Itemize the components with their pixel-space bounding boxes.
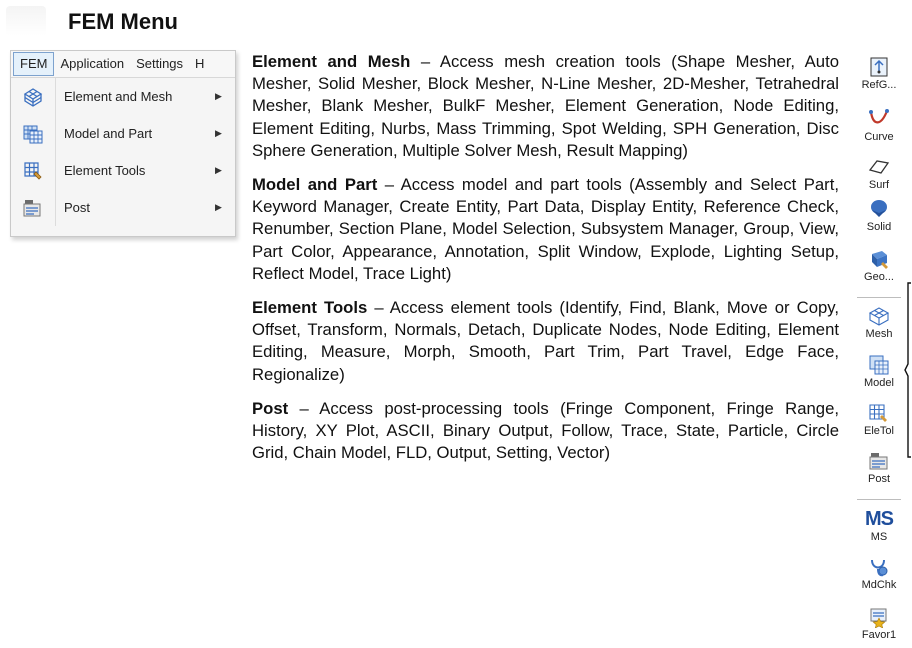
model-check-icon — [871, 559, 888, 577]
toolbar-label: Mesh — [865, 328, 893, 340]
description-model-and-part: Model and Part – Access model and part t… — [252, 174, 839, 285]
menubar-application[interactable]: Application — [54, 52, 130, 76]
toolbar-label: EleTol — [864, 425, 894, 437]
page-title: FEM Menu — [68, 9, 178, 34]
post-icon — [11, 189, 55, 226]
menubar-settings[interactable]: Settings — [130, 52, 189, 76]
model-part-icon — [11, 115, 55, 152]
vertical-toolbar: RefG... Curve Surf Solid Geo... Mesh Mod… — [853, 52, 905, 648]
favorites-icon — [870, 608, 887, 628]
toolbar-label: Favor1 — [861, 629, 897, 641]
submenu-arrow-icon: ▶ — [215, 128, 222, 138]
menu-item-post[interactable]: Post ▶ — [11, 189, 235, 226]
toolbar-label: Post — [867, 473, 890, 485]
toolbar-post-button[interactable]: Post — [853, 450, 905, 485]
geometry-tools-icon — [872, 251, 888, 269]
description-element-and-mesh: Element and Mesh – Access mesh creation … — [252, 51, 839, 162]
toolbar-geo-button[interactable]: Geo... — [853, 248, 905, 283]
curve-icon — [869, 109, 889, 124]
toolbar-model-button[interactable]: Model — [853, 354, 905, 389]
menu-item-model-and-part[interactable]: Model and Part ▶ — [11, 115, 235, 152]
fem-menu: FEM Application Settings H Element and M… — [10, 50, 236, 237]
menubar-fem[interactable]: FEM — [13, 52, 55, 76]
brace-bracket — [904, 282, 911, 458]
description-element-tools: Element Tools – Access element tools (Id… — [252, 297, 839, 386]
description-term: Model and Part — [252, 175, 378, 195]
menu-item-label: Post — [64, 200, 91, 215]
submenu-arrow-icon: ▶ — [215, 165, 222, 175]
toolbar-curve-button[interactable]: Curve — [853, 108, 905, 143]
post-icon — [869, 453, 888, 470]
toolbar-ms-button[interactable]: MS MS — [853, 508, 905, 543]
submenu-arrow-icon: ▶ — [215, 91, 222, 101]
toolbar-mdchk-button[interactable]: MdChk — [853, 556, 905, 591]
toolbar-label: MS — [870, 531, 888, 543]
menu-item-label: Element Tools — [64, 163, 146, 178]
toolbar-refg-button[interactable]: RefG... — [853, 56, 905, 91]
toolbar-label: Solid — [866, 221, 892, 233]
toolbar-surf-button[interactable]: Surf — [853, 156, 905, 191]
toolbar-separator — [857, 297, 901, 298]
toolbar-eletol-button[interactable]: EleTol — [853, 402, 905, 437]
menu-item-label: Element and Mesh — [64, 89, 173, 104]
menu-item-element-and-mesh[interactable]: Element and Mesh ▶ — [11, 78, 235, 115]
ref-geometry-icon — [870, 57, 888, 77]
toolbar-label: RefG... — [861, 79, 897, 91]
element-tools-icon — [11, 152, 55, 189]
menu-descriptions: Element and Mesh – Access mesh creation … — [252, 51, 839, 476]
menu-list: Element and Mesh ▶ Model and Part ▶ Elem… — [11, 78, 235, 226]
surface-icon — [868, 160, 890, 174]
title-mark — [6, 6, 46, 36]
mesh-icon — [868, 307, 890, 326]
description-post: Post – Access post-processing tools (Fri… — [252, 398, 839, 465]
element-tools-icon — [869, 404, 887, 422]
menu-item-element-tools[interactable]: Element Tools ▶ — [11, 152, 235, 189]
description-term: Post — [252, 398, 289, 418]
toolbar-label: Curve — [864, 131, 894, 143]
toolbar-separator — [857, 499, 901, 500]
model-icon — [869, 355, 889, 375]
menu-item-label: Model and Part — [64, 126, 153, 141]
menubar: FEM Application Settings H — [11, 51, 235, 78]
toolbar-label: Model — [864, 377, 894, 389]
ms-icon: MS — [865, 508, 894, 530]
menubar-help[interactable]: H — [189, 52, 210, 76]
toolbar-solid-button[interactable]: Solid — [853, 198, 905, 233]
description-text: – Access post-processing tools (Fringe C… — [252, 398, 839, 463]
description-term: Element Tools — [252, 298, 368, 318]
toolbar-label: MdChk — [861, 579, 897, 591]
submenu-arrow-icon: ▶ — [215, 202, 222, 212]
toolbar-label: Geo... — [864, 271, 894, 283]
toolbar-label: Surf — [868, 179, 890, 191]
toolbar-mesh-button[interactable]: Mesh — [853, 305, 905, 340]
mesh-grid-icon — [11, 78, 55, 115]
description-term: Element and Mesh — [252, 52, 411, 71]
toolbar-favor1-button[interactable]: Favor1 — [853, 606, 905, 641]
solid-icon — [871, 200, 887, 217]
